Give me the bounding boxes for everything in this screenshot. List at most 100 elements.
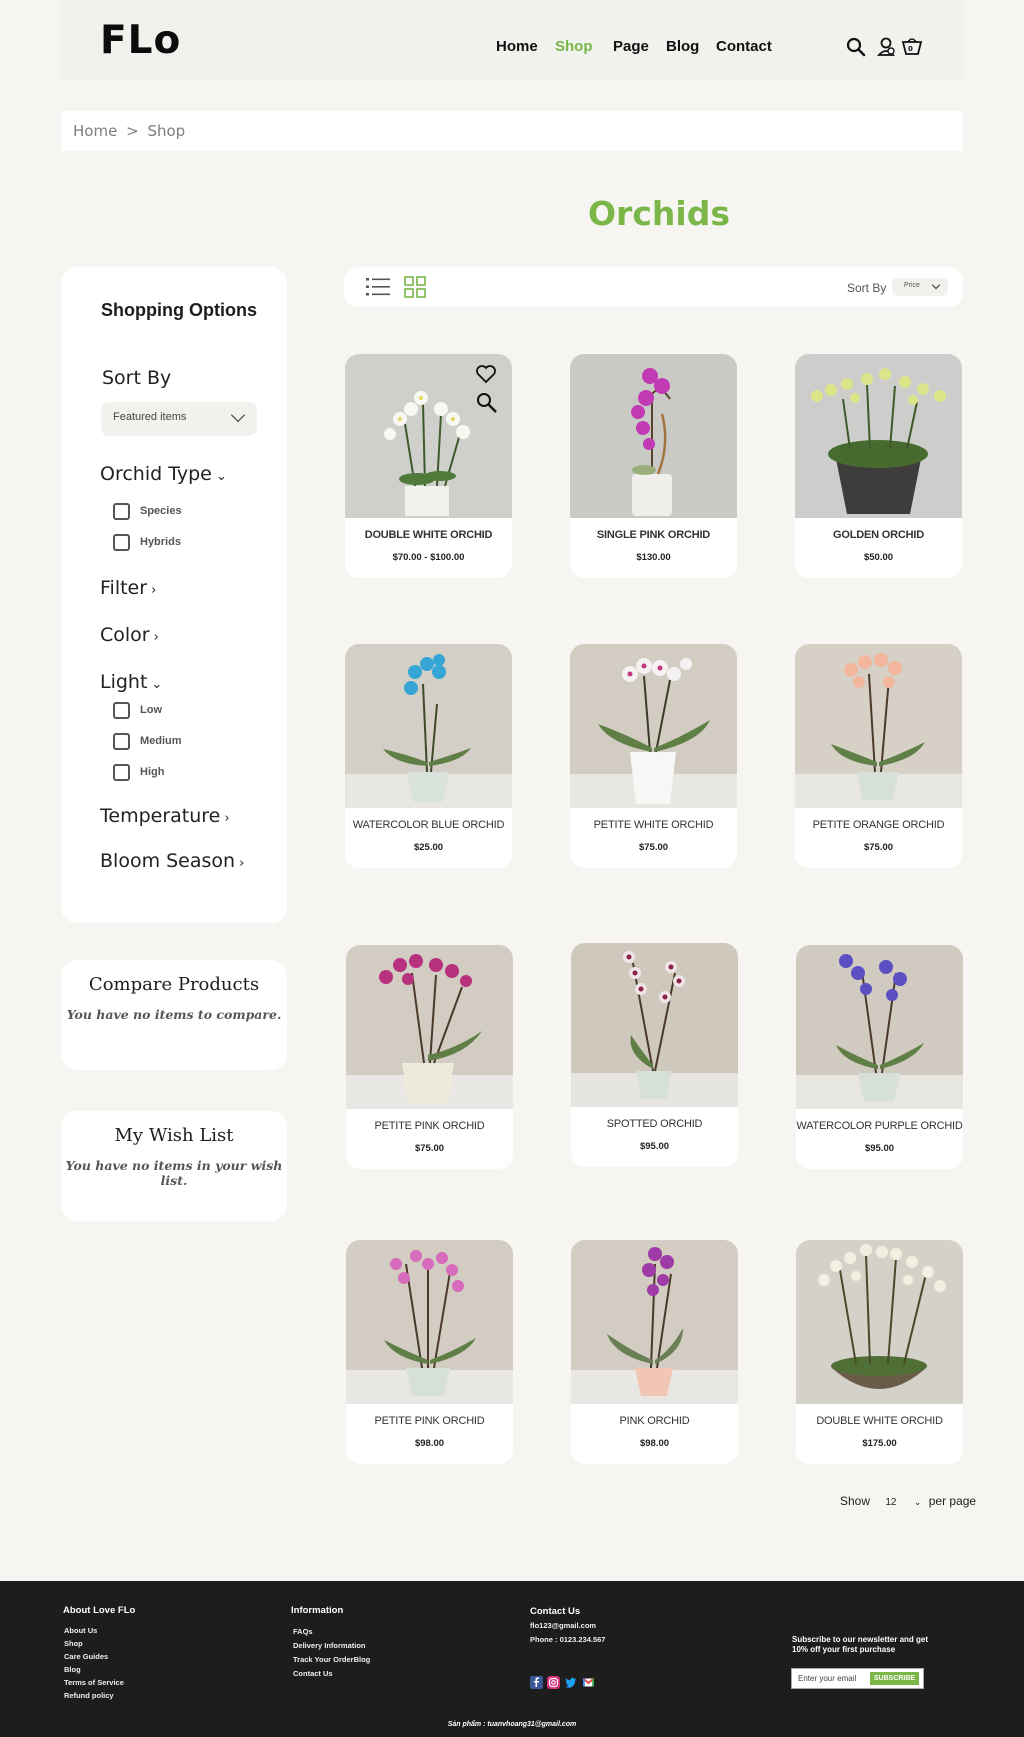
filter-light-low[interactable]: Low — [113, 701, 162, 719]
breadcrumb-separator: > — [126, 122, 139, 140]
footer-link-blog[interactable]: Blog — [64, 1665, 81, 1674]
search-icon[interactable] — [845, 36, 867, 58]
gmail-icon[interactable] — [582, 1676, 595, 1689]
product-card[interactable]: PETITE ORANGE ORCHID $75.00 — [795, 644, 962, 868]
product-card[interactable]: PETITE PINK ORCHID $98.00 — [346, 1240, 513, 1464]
compare-empty-text: You have no items to compare. — [66, 1007, 282, 1022]
product-card[interactable]: PETITE WHITE ORCHID $75.00 — [570, 644, 737, 868]
product-name[interactable]: DOUBLE WHITE ORCHID — [796, 1415, 963, 1427]
checkbox[interactable] — [113, 763, 130, 781]
temperature-toggle[interactable]: Temperature › — [100, 805, 230, 827]
footer-link-faqs[interactable]: FAQs — [293, 1627, 313, 1636]
product-image[interactable] — [796, 1240, 963, 1404]
product-image[interactable] — [345, 644, 512, 808]
footer-link-delivery[interactable]: Delivery Information — [293, 1641, 366, 1650]
cart-icon[interactable]: 0 — [901, 36, 923, 58]
product-name[interactable]: PETITE PINK ORCHID — [346, 1120, 513, 1132]
checkbox[interactable] — [113, 701, 130, 719]
product-image[interactable] — [571, 943, 738, 1107]
footer-link-terms[interactable]: Terms of Service — [64, 1678, 124, 1687]
nav-blog[interactable]: Blog — [666, 38, 699, 55]
product-name[interactable]: SPOTTED ORCHID — [571, 1118, 738, 1130]
breadcrumb-current: Shop — [147, 122, 186, 140]
product-card[interactable]: WATERCOLOR BLUE ORCHID $25.00 — [345, 644, 512, 868]
chevron-right-icon: › — [239, 856, 245, 871]
sort-by-select[interactable]: Featured items — [101, 402, 257, 436]
product-name[interactable]: SINGLE PINK ORCHID — [570, 529, 737, 541]
checkbox[interactable] — [113, 502, 130, 520]
filter-hybrids[interactable]: Hybrids — [113, 533, 181, 551]
product-name[interactable]: DOUBLE WHITE ORCHID — [345, 529, 512, 541]
nav-shop[interactable]: Shop — [555, 38, 593, 55]
product-image[interactable] — [795, 644, 962, 808]
nav-contact[interactable]: Contact — [716, 38, 772, 55]
product-price: $50.00 — [863, 552, 894, 563]
product-card[interactable]: WATERCOLOR PURPLE ORCHID $95.00 — [796, 945, 963, 1169]
product-card[interactable]: DOUBLE WHITE ORCHID $70.00 - $100.00 — [345, 354, 512, 578]
footer-contact-email[interactable]: flo123@gmail.com — [530, 1621, 596, 1630]
product-card[interactable]: GOLDEN ORCHID $50.00 — [795, 354, 962, 578]
checkbox[interactable] — [113, 732, 130, 750]
zoom-icon[interactable] — [476, 392, 498, 414]
wishlist-title: My Wish List — [114, 1125, 234, 1146]
product-card[interactable]: SPOTTED ORCHID $95.00 — [571, 943, 738, 1167]
per-page-select[interactable]: 12 — [885, 1497, 896, 1508]
filter-light-medium[interactable]: Medium — [113, 732, 182, 750]
orchid-type-toggle[interactable]: Orchid Type ⌄ — [100, 463, 227, 485]
product-card[interactable]: SINGLE PINK ORCHID $130.00 — [570, 354, 737, 578]
checkbox-label: Hybrids — [140, 536, 181, 548]
product-image[interactable] — [346, 945, 513, 1109]
footer-link-shop[interactable]: Shop — [64, 1639, 83, 1648]
chevron-down-icon: ⌄ — [215, 469, 227, 484]
bloom-season-toggle[interactable]: Bloom Season › — [100, 850, 244, 872]
filter-light-high[interactable]: High — [113, 763, 164, 781]
breadcrumb-home[interactable]: Home — [73, 122, 117, 140]
orchid-type-label: Orchid Type — [100, 463, 212, 485]
product-card[interactable]: PINK ORCHID $98.00 — [571, 1240, 738, 1464]
product-name[interactable]: PETITE PINK ORCHID — [346, 1415, 513, 1427]
product-price: $75.00 — [863, 842, 894, 853]
product-name[interactable]: GOLDEN ORCHID — [795, 529, 962, 541]
twitter-icon[interactable] — [564, 1676, 577, 1689]
checkbox[interactable] — [113, 533, 130, 551]
toolbar-sort-select[interactable]: Price — [892, 278, 948, 296]
light-toggle[interactable]: Light ⌄ — [100, 671, 162, 693]
logo[interactable]: FLo — [100, 18, 181, 63]
footer-link-track-order[interactable]: Track Your OrderBlog — [293, 1655, 370, 1664]
account-icon[interactable] — [876, 36, 898, 58]
bloom-season-label: Bloom Season — [100, 850, 236, 872]
product-image[interactable] — [796, 945, 963, 1109]
product-name[interactable]: PETITE ORANGE ORCHID — [795, 819, 962, 831]
instagram-icon[interactable] — [547, 1676, 560, 1689]
grid-view-icon[interactable] — [404, 276, 426, 298]
product-toolbar: Sort By Price — [344, 267, 963, 307]
product-image[interactable] — [571, 1240, 738, 1404]
product-name[interactable]: WATERCOLOR PURPLE ORCHID — [796, 1120, 963, 1132]
product-image[interactable] — [570, 354, 737, 518]
nav-home[interactable]: Home — [496, 38, 538, 55]
filter-species[interactable]: Species — [113, 502, 182, 520]
footer-link-care-guides[interactable]: Care Guides — [64, 1652, 108, 1661]
temperature-label: Temperature — [100, 805, 221, 827]
footer-link-contact[interactable]: Contact Us — [293, 1669, 333, 1678]
heart-icon[interactable] — [475, 364, 497, 384]
product-card[interactable]: PETITE PINK ORCHID $75.00 — [346, 945, 513, 1169]
product-name[interactable]: WATERCOLOR BLUE ORCHID — [345, 819, 512, 831]
color-toggle[interactable]: Color › — [100, 624, 159, 646]
list-view-icon[interactable] — [366, 277, 390, 297]
product-image[interactable] — [795, 354, 962, 518]
chevron-down-icon[interactable]: ⌄ — [914, 1497, 922, 1508]
filter-toggle[interactable]: Filter › — [100, 577, 156, 599]
product-card[interactable]: DOUBLE WHITE ORCHID $175.00 — [796, 1240, 963, 1464]
nav-page[interactable]: Page — [613, 38, 649, 55]
facebook-icon[interactable] — [530, 1676, 543, 1689]
footer-contact-phone: Phone : 0123.234.567 — [530, 1635, 606, 1644]
product-image[interactable] — [570, 644, 737, 808]
footer-link-refund[interactable]: Refund policy — [64, 1691, 114, 1700]
product-name[interactable]: PETITE WHITE ORCHID — [570, 819, 737, 831]
product-name[interactable]: PINK ORCHID — [571, 1415, 738, 1427]
product-image[interactable] — [346, 1240, 513, 1404]
toolbar-sort-value: Price — [904, 282, 920, 289]
footer-link-about-us[interactable]: About Us — [64, 1626, 97, 1635]
subscribe-button[interactable]: SUBSCRIBE — [870, 1672, 919, 1685]
